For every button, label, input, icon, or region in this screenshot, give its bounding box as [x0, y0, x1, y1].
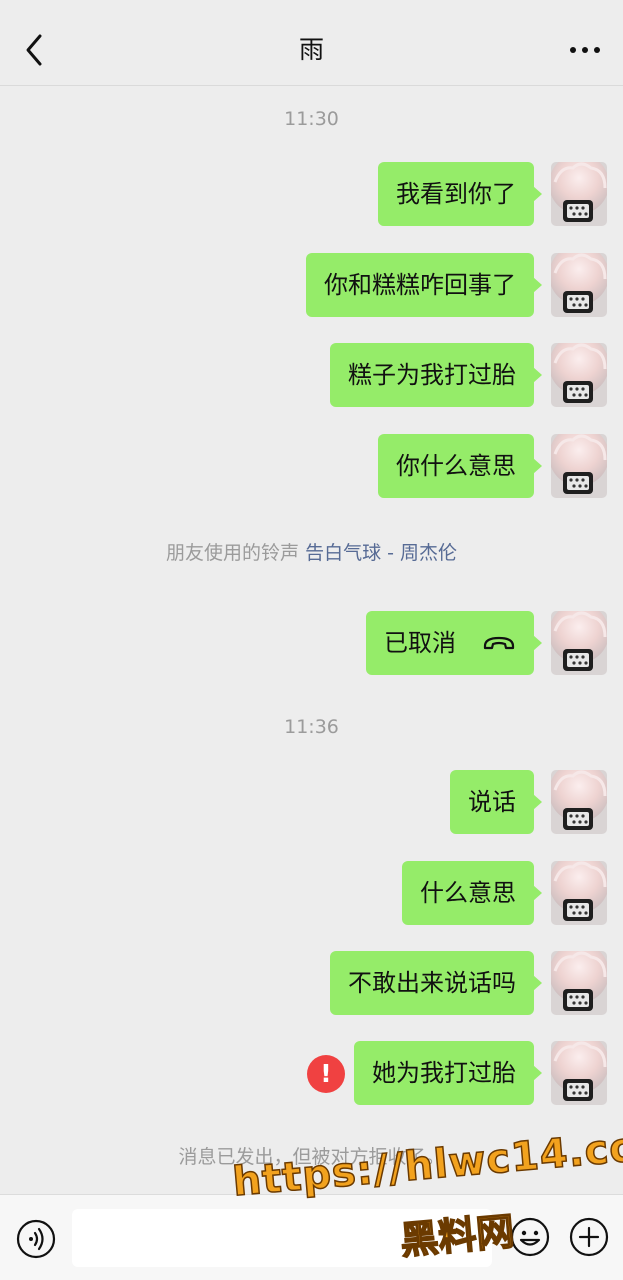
watermark-name: 黑料网 — [398, 1208, 517, 1263]
message-bubble[interactable]: 你什么意思 — [378, 434, 542, 498]
phone-hangup-icon — [483, 636, 515, 650]
avatar[interactable] — [551, 951, 607, 1015]
more-dots-icon[interactable] — [567, 42, 603, 58]
message-bubble[interactable]: 你和糕糕咋回事了 — [306, 253, 542, 317]
ringtone-prefix: 朋友使用的铃声 — [166, 542, 300, 564]
message-bubble[interactable]: 我看到你了 — [378, 162, 542, 226]
call-status-text: 已取消 — [384, 629, 456, 657]
avatar[interactable] — [551, 253, 607, 317]
voice-icon[interactable] — [16, 1219, 56, 1259]
call-bubble[interactable]: 已取消 — [366, 611, 542, 675]
timestamp: 11:36 — [284, 716, 339, 738]
send-failed-icon[interactable]: ! — [307, 1055, 345, 1093]
message-bubble[interactable]: 不敢出来说话吗 — [330, 951, 542, 1015]
avatar[interactable] — [551, 162, 607, 226]
message-bubble[interactable]: 说话 — [450, 770, 542, 834]
ringtone-notice: 朋友使用的铃声 告白气球 - 周杰伦 — [0, 538, 623, 565]
message-bubble[interactable]: 糕子为我打过胎 — [330, 343, 542, 407]
message-bubble[interactable]: 什么意思 — [402, 861, 542, 925]
avatar[interactable] — [551, 434, 607, 498]
timestamp: 11:30 — [284, 108, 339, 130]
chat-header: 雨 — [0, 0, 623, 86]
emoji-icon[interactable] — [510, 1217, 550, 1257]
avatar[interactable] — [551, 1041, 607, 1105]
avatar[interactable] — [551, 861, 607, 925]
ringtone-link[interactable]: 告白气球 - 周杰伦 — [305, 542, 457, 564]
composer-bar — [0, 1194, 623, 1280]
avatar[interactable] — [551, 343, 607, 407]
watermark-url: https://hlwc14.com — [230, 1120, 623, 1206]
chat-title: 雨 — [298, 35, 324, 64]
avatar[interactable] — [551, 611, 607, 675]
avatar[interactable] — [551, 770, 607, 834]
plus-icon[interactable] — [569, 1217, 609, 1257]
message-bubble[interactable]: 她为我打过胎 — [354, 1041, 542, 1105]
